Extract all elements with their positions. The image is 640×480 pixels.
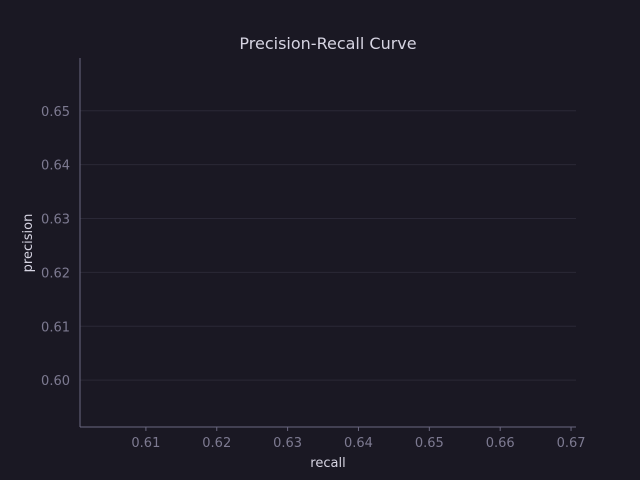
y-tick-label: 0.60 xyxy=(41,374,70,389)
x-tick-label: 0.62 xyxy=(202,436,231,451)
x-tick-group: 0.61 0.62 0.63 0.64 0.65 0.66 0.67 xyxy=(131,427,586,451)
y-tick-label: 0.62 xyxy=(41,266,70,281)
y-tick-label: 0.63 xyxy=(41,213,70,228)
y-tick-label: 0.61 xyxy=(41,320,70,335)
chart-container: Precision-Recall Curve 0.61 0.62 0.63 0.64 0… xyxy=(0,0,640,480)
chart-svg: Precision-Recall Curve 0.61 0.62 0.63 0.64 0… xyxy=(21,34,586,471)
x-tick-label: 0.63 xyxy=(273,436,302,451)
x-tick-label: 0.66 xyxy=(486,436,515,451)
x-tick-label: 0.67 xyxy=(557,436,586,451)
y-tick-label: 0.64 xyxy=(41,159,70,174)
grid-layer xyxy=(80,110,576,381)
y-tick-label: 0.65 xyxy=(41,105,70,120)
x-tick-label: 0.64 xyxy=(344,436,373,451)
x-axis-label: recall xyxy=(310,456,345,471)
x-tick-label: 0.65 xyxy=(415,436,444,451)
x-tick-label: 0.61 xyxy=(131,436,160,451)
y-tick-group: 0.60 0.61 0.62 0.63 0.64 0.65 xyxy=(41,105,70,389)
chart-title: Precision-Recall Curve xyxy=(239,34,416,53)
y-axis-label: precision xyxy=(21,214,36,273)
